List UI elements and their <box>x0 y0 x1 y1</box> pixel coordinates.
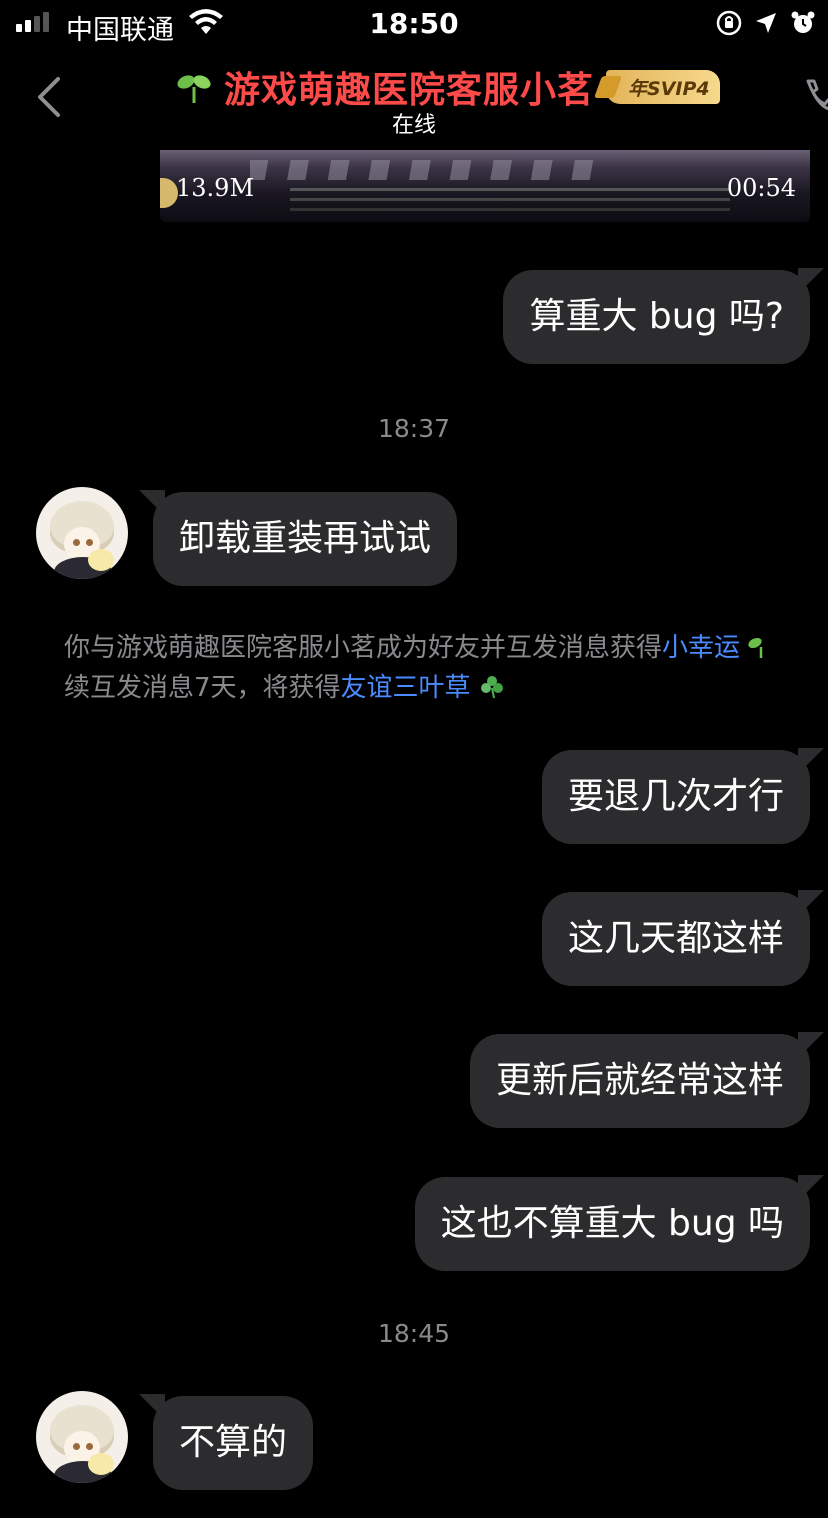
message-bubble-outgoing[interactable]: 这也不算重大 bug 吗 <box>414 1177 810 1271</box>
timestamp: 18:37 <box>377 414 451 443</box>
chat-title: 游戏萌趣医院客服小茗 <box>224 70 595 111</box>
message-bubble-incoming[interactable]: 卸载重装再试试 <box>153 492 458 586</box>
svip-badge: 年SVIP4 <box>606 70 720 104</box>
avatar[interactable] <box>36 487 128 579</box>
message-bubble-outgoing[interactable]: 更新后就经常这样 <box>469 1034 810 1128</box>
sprout-icon <box>748 637 763 658</box>
video-message[interactable]: 13.9M 00:54 <box>160 150 810 222</box>
avatar[interactable] <box>36 1391 128 1483</box>
video-thumbnail <box>250 160 610 180</box>
location-arrow-icon <box>756 13 776 33</box>
message-bubble-outgoing[interactable]: 这几天都这样 <box>541 892 810 986</box>
clover-icon <box>480 676 503 699</box>
message-bubble-incoming[interactable]: 不算的 <box>153 1396 314 1490</box>
phone-call-icon[interactable] <box>800 77 828 117</box>
video-duration: 00:54 <box>726 174 796 202</box>
video-file-size: 13.9M <box>176 174 255 202</box>
system-notice-text: 你与游戏萌趣医院客服小茗成为好友并互发消息获得 <box>64 633 663 663</box>
alarm-icon <box>791 11 815 33</box>
status-bar: 中国联通 18:50 <box>0 0 828 50</box>
clover-link[interactable]: 友谊三叶草 <box>341 673 471 703</box>
orientation-lock-icon <box>716 10 742 36</box>
online-status: 在线 <box>391 113 436 138</box>
system-notice-text: 续互发消息7天，将获得 <box>64 673 341 703</box>
system-notice: 你与游戏萌趣医院客服小茗成为好友并互发消息获得小幸运 续互发消息7天，将获得友谊… <box>64 628 828 708</box>
message-bubble-outgoing[interactable]: 要退几次才行 <box>541 750 810 844</box>
chat-title-group[interactable]: 游戏萌趣医院客服小茗 年SVIP4 <box>176 61 720 113</box>
video-fine-print <box>290 188 730 191</box>
status-time: 18:50 <box>369 7 459 40</box>
message-bubble-outgoing[interactable]: 算重大 bug 吗? <box>503 270 810 364</box>
chat-header: 游戏萌趣医院客服小茗 年SVIP4 在线 <box>0 55 828 145</box>
timestamp: 18:45 <box>377 1319 451 1348</box>
sprout-icon <box>177 75 211 103</box>
lucky-link[interactable]: 小幸运 <box>662 633 740 663</box>
